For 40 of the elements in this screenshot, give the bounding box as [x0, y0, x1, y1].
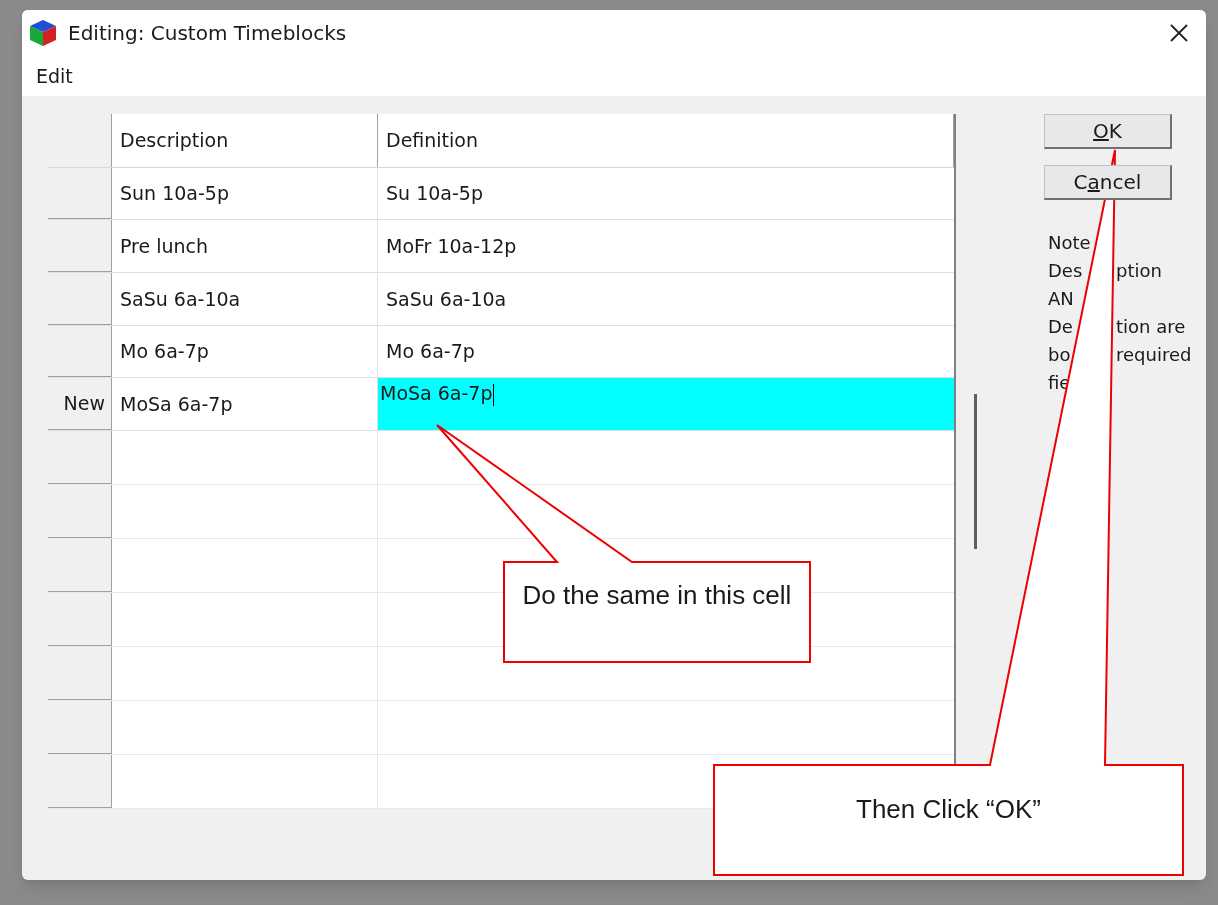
table-cell: SaSu 6a-10a — [112, 273, 378, 325]
table-cell-text: SaSu 6a-10a — [385, 286, 508, 312]
table-cell: Pre lunch — [112, 220, 378, 272]
row-header[interactable] — [48, 701, 112, 754]
menu-item[interactable]: Edit — [34, 61, 75, 91]
note-text: bo — [1048, 342, 1072, 367]
ok-button[interactable]: OK — [1044, 114, 1172, 149]
row-header[interactable] — [48, 647, 112, 700]
window-title: Editing: Custom Timeblocks — [68, 20, 348, 47]
row-header[interactable] — [48, 431, 112, 484]
note-text: required — [1116, 342, 1192, 367]
row-header[interactable] — [48, 485, 112, 538]
scrollbar-thumb[interactable] — [974, 394, 977, 549]
callout-text: Do the same in this cell — [522, 579, 792, 612]
row-header[interactable] — [48, 325, 112, 378]
table-cell-text: Mo 6a-7p — [385, 339, 476, 365]
row-header[interactable] — [48, 167, 112, 220]
table-cell-text: Su 10a-5p — [385, 181, 484, 207]
close-icon — [1169, 23, 1189, 43]
note-text: Note — [1048, 230, 1091, 255]
row-header[interactable] — [48, 539, 112, 592]
cube-icon — [28, 18, 58, 48]
row-header[interactable] — [48, 593, 112, 646]
row-header[interactable]: New — [48, 378, 112, 430]
row-header[interactable] — [48, 220, 112, 272]
column-header[interactable]: Description — [112, 114, 378, 167]
table-cell-text: MoFr 10a-12p — [385, 233, 518, 259]
note-text: ption — [1116, 258, 1162, 283]
cancel-button[interactable]: Cancel — [1044, 165, 1172, 200]
table-cell: Sun 10a-5p — [112, 167, 378, 220]
note-text: tion are — [1116, 314, 1186, 339]
row-header[interactable] — [48, 755, 112, 808]
note-text: Des — [1048, 258, 1084, 283]
column-header[interactable]: Definition — [378, 114, 954, 167]
note-text: De — [1048, 314, 1074, 339]
callout-text: Then Click “OK” — [856, 793, 1041, 826]
note-text: AN — [1048, 286, 1074, 311]
cell-editor[interactable]: MoSa 6a-7p — [378, 378, 954, 430]
table-cell: Mo 6a-7p — [112, 325, 378, 378]
row-header[interactable] — [48, 273, 112, 325]
